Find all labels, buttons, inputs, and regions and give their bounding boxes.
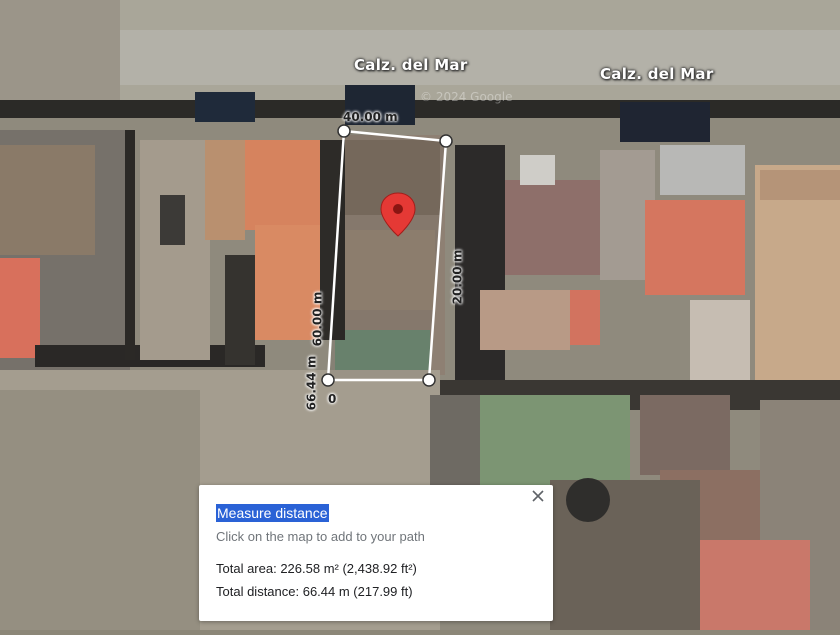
panel-title: Measure distance — [216, 504, 329, 522]
close-icon[interactable] — [529, 489, 547, 507]
measure-vertex — [439, 134, 453, 148]
measure-label-start: 0 — [328, 392, 337, 406]
map-watermark: © 2024 Google — [420, 90, 513, 104]
measure-label-right: 20.00 m — [450, 249, 465, 305]
street-label: Calz. del Mar — [600, 65, 714, 83]
measure-label-top: 40.00 m — [343, 110, 398, 124]
measure-vertex — [422, 373, 436, 387]
measure-vertex — [337, 124, 351, 138]
measure-label-left-lower: 66.44 m — [304, 355, 319, 411]
measure-polygon — [326, 129, 448, 382]
measure-vertex — [321, 373, 335, 387]
total-area-text: Total area: 226.58 m² (2,438.92 ft²) — [216, 561, 417, 576]
measure-distance-panel: Measure distance Click on the map to add… — [199, 485, 553, 621]
street-label: Calz. del Mar — [354, 56, 468, 74]
panel-instruction: Click on the map to add to your path — [216, 529, 425, 544]
measure-label-left-upper: 60.00 m — [310, 291, 325, 347]
total-distance-text: Total distance: 66.44 m (217.99 ft) — [216, 584, 413, 599]
